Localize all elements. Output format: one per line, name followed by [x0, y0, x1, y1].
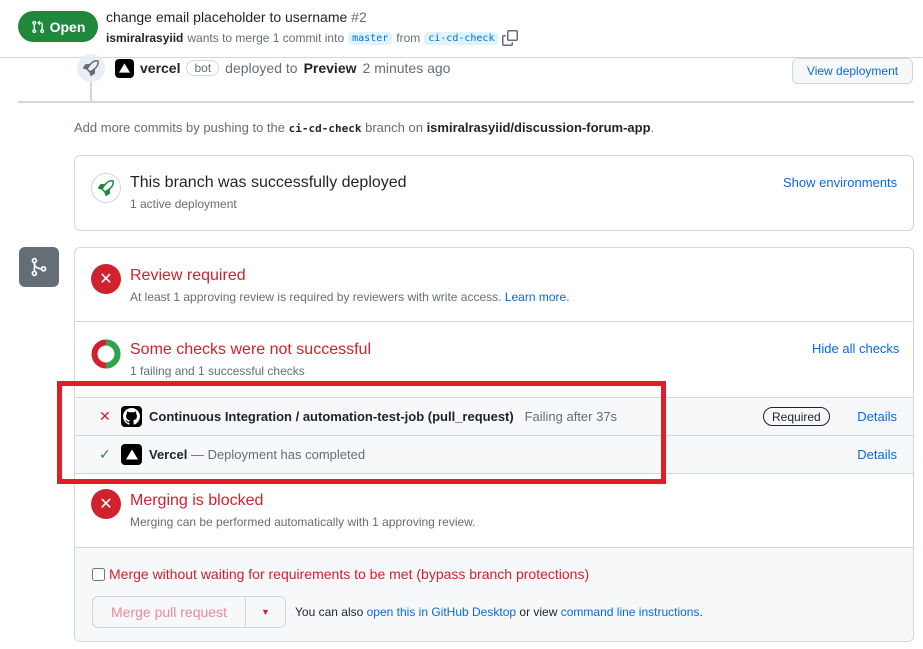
checks-ring-icon: [91, 339, 121, 369]
review-title: Review required: [130, 267, 246, 284]
view-deployment-button[interactable]: View deployment: [792, 58, 913, 84]
checks-title: Some checks were not successful: [130, 341, 371, 358]
deployment-time[interactable]: 2 minutes ago: [363, 60, 451, 76]
add-commits-branch: ci-cd-check: [288, 122, 362, 135]
deployed-title: This branch was successfully deployed: [130, 174, 407, 191]
merge-text: wants to merge 1 commit into: [187, 31, 345, 45]
copy-icon[interactable]: [502, 30, 519, 46]
deployment-event-badge: [77, 54, 105, 82]
head-branch[interactable]: ci-cd-check: [424, 31, 499, 45]
review-failed-icon: ✕: [91, 264, 121, 294]
deployed-to-text: deployed to: [225, 60, 298, 76]
show-environments-link[interactable]: Show environments: [783, 175, 897, 190]
pr-title: change email placeholder to username #2: [106, 9, 367, 25]
learn-more-link[interactable]: Learn more.: [505, 290, 570, 304]
blocked-subtitle: Merging can be performed automatically w…: [130, 515, 476, 529]
base-branch[interactable]: master: [348, 31, 393, 45]
pr-subtitle: ismiralrasyiid wants to merge 1 commit i…: [106, 30, 519, 46]
blocked-title: Merging is blocked: [130, 492, 264, 509]
add-commits-hint: Add more commits by pushing to the ci-cd…: [74, 120, 654, 135]
add-commits-prefix: Add more commits by pushing to the: [74, 120, 285, 135]
from-text: from: [396, 31, 421, 45]
bot-badge: bot: [186, 60, 220, 76]
triangle-down-icon: ▼: [261, 607, 270, 617]
check-details-link[interactable]: Details: [857, 447, 897, 462]
vercel-logo-icon: [115, 58, 134, 78]
pr-number: #2: [351, 9, 367, 25]
check-details-link[interactable]: Details: [857, 409, 897, 424]
checks-subtitle: 1 failing and 1 successful checks: [130, 364, 305, 378]
note-middle: or view: [519, 605, 558, 619]
bypass-option[interactable]: Merge without waiting for requirements t…: [92, 566, 589, 582]
merge-method-dropdown[interactable]: ▼: [246, 597, 285, 627]
bypass-label: Merge without waiting for requirements t…: [109, 566, 590, 582]
review-subtitle: At least 1 approving review is required …: [130, 290, 570, 304]
merge-pull-request-button[interactable]: Merge pull request: [93, 597, 246, 627]
pr-status-badge: Open: [18, 11, 98, 42]
deployment-row: vercel bot deployed to Preview 2 minutes…: [115, 58, 450, 78]
merge-button-group: Merge pull request ▼: [92, 596, 286, 628]
pr-author[interactable]: ismiralrasyiid: [106, 31, 183, 45]
add-commits-middle: branch on: [365, 120, 423, 135]
rocket-icon: [83, 60, 99, 76]
merge-alternatives-note: You can also open this in GitHub Desktop…: [295, 605, 703, 619]
add-commits-suffix: .: [650, 120, 655, 135]
deployed-rocket-badge: [91, 173, 121, 203]
timeline-separator: [18, 101, 914, 103]
note-prefix: You can also: [295, 605, 364, 619]
highlight-annotation: [57, 381, 666, 484]
required-badge: Required: [763, 407, 830, 426]
pr-title-text: change email placeholder to username: [106, 9, 348, 25]
rocket-icon: [98, 180, 114, 196]
section-divider: [75, 321, 913, 322]
deployment-bot-name[interactable]: vercel: [140, 60, 180, 76]
review-subtitle-text: At least 1 approving review is required …: [130, 290, 502, 304]
bypass-checkbox[interactable]: [92, 567, 105, 581]
pr-status-label: Open: [49, 18, 86, 35]
timeline-line: [90, 80, 92, 102]
deployment-status-box: This branch was successfully deployed 1 …: [74, 155, 914, 231]
hide-checks-link[interactable]: Hide all checks: [812, 341, 899, 356]
git-merge-icon: [31, 257, 47, 277]
github-desktop-link[interactable]: open this in GitHub Desktop: [367, 605, 516, 619]
deployment-environment: Preview: [303, 60, 357, 76]
deployed-subtitle: 1 active deployment: [130, 197, 237, 211]
command-line-link[interactable]: command line instructions: [561, 605, 700, 619]
merge-status-badge: [19, 247, 59, 287]
pull-request-icon: [31, 20, 44, 33]
blocked-icon: ✕: [91, 489, 121, 519]
repo-name: ismiralrasyiid/discussion-forum-app: [426, 120, 651, 135]
note-suffix: .: [699, 605, 703, 619]
